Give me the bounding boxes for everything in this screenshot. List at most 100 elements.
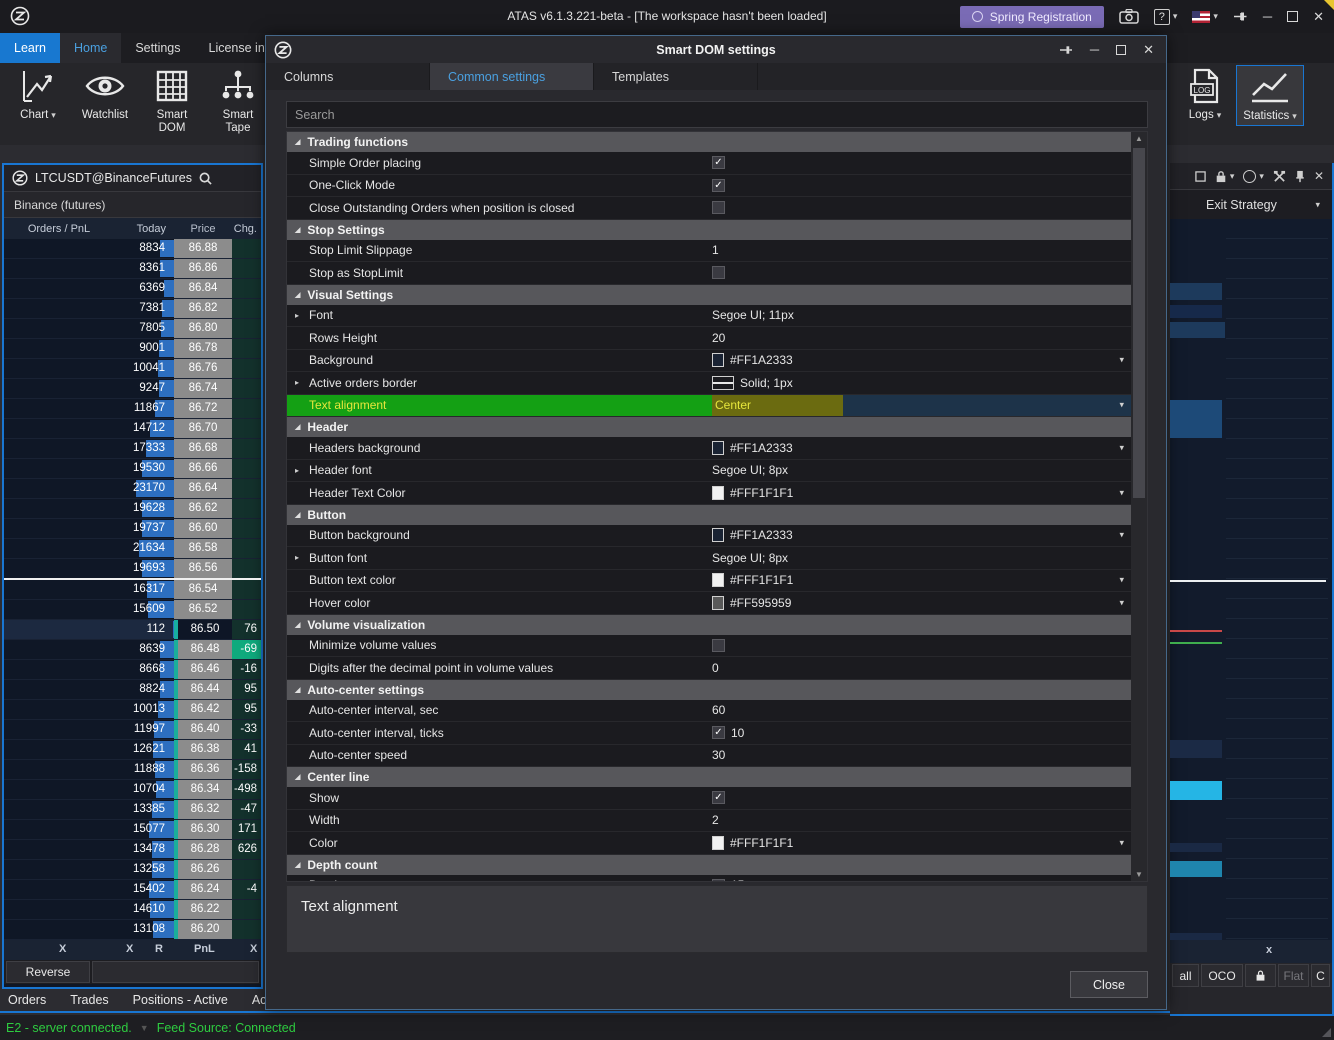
dom-row[interactable]: 1969386.56: [4, 559, 261, 579]
color-swatch[interactable]: [712, 596, 724, 610]
tab-orders[interactable]: Orders: [8, 993, 46, 1007]
setting-row[interactable]: Show✓: [287, 787, 1132, 810]
chevron-down-icon[interactable]: ▼: [140, 1023, 149, 1033]
statistics-button[interactable]: Statistics▾: [1236, 65, 1304, 126]
dom-row[interactable]: 1461086.22: [4, 900, 261, 920]
dom-row[interactable]: 1199786.40-33: [4, 720, 261, 740]
settings-search[interactable]: [286, 101, 1148, 128]
dom-row[interactable]: 1347886.28626: [4, 840, 261, 860]
dialog-maximize-button[interactable]: [1116, 45, 1126, 55]
setting-row[interactable]: Button background#FF1A2333▾: [287, 525, 1132, 548]
cancel-all-button[interactable]: all: [1172, 964, 1199, 987]
dom-row[interactable]: 883486.88: [4, 239, 261, 259]
dom-row[interactable]: 2317086.64: [4, 479, 261, 499]
close-button[interactable]: ✕: [1313, 10, 1324, 23]
resize-grip[interactable]: [1322, 1028, 1331, 1037]
section-header[interactable]: ◢Center line: [287, 767, 1132, 787]
dom-row[interactable]: 1310886.20: [4, 920, 261, 940]
footer-x-today[interactable]: X: [126, 943, 133, 955]
pin-window-button[interactable]: [1233, 10, 1248, 23]
dom-row[interactable]: 1953086.66: [4, 459, 261, 479]
tab-positions-active[interactable]: Positions - Active: [133, 993, 228, 1007]
setting-row[interactable]: Minimize volume values: [287, 635, 1132, 658]
setting-row[interactable]: Digits after the decimal point in volume…: [287, 657, 1132, 680]
section-header[interactable]: ◢Stop Settings: [287, 220, 1132, 240]
dom-row[interactable]: 636986.84: [4, 279, 261, 299]
footer-x[interactable]: x: [1266, 944, 1272, 956]
col-orders-pnl[interactable]: Orders / PnL: [4, 223, 114, 235]
setting-row[interactable]: Header Text Color#FFF1F1F1▾: [287, 482, 1132, 505]
dom-row[interactable]: 863986.48-69: [4, 640, 261, 660]
dom-row[interactable]: 1631786.54: [4, 580, 261, 600]
close-panel-icon[interactable]: ✕: [1314, 169, 1324, 183]
search-input[interactable]: [286, 101, 1148, 128]
select-value[interactable]: Center: [712, 395, 843, 417]
smart-tape-button[interactable]: Smart Tape: [212, 67, 264, 135]
footer-x-orders[interactable]: X: [59, 943, 66, 955]
dom-row[interactable]: 1973786.60: [4, 519, 261, 539]
spring-registration-button[interactable]: Spring Registration: [960, 6, 1104, 28]
tab-trades[interactable]: Trades: [70, 993, 108, 1007]
color-swatch[interactable]: [712, 573, 724, 587]
exchange-selector[interactable]: Binance (futures): [4, 192, 261, 218]
tab-home[interactable]: Home: [60, 33, 121, 63]
c-button[interactable]: C: [1311, 964, 1330, 987]
minimize-button[interactable]: ─: [1263, 10, 1272, 23]
settings-scrollbar[interactable]: ▲ ▼: [1131, 132, 1147, 881]
dom-row[interactable]: 836186.86: [4, 259, 261, 279]
color-swatch[interactable]: [712, 441, 724, 455]
tools-icon[interactable]: [1273, 170, 1286, 183]
checkbox[interactable]: ✓: [712, 179, 725, 192]
dom-row[interactable]: 780586.80: [4, 319, 261, 339]
checkbox[interactable]: [712, 266, 725, 279]
dom-row[interactable]: 1262186.3841: [4, 740, 261, 760]
logs-button[interactable]: LOG Logs▾: [1180, 67, 1230, 122]
oco-button[interactable]: OCO: [1201, 964, 1243, 987]
search-icon[interactable]: [199, 172, 212, 185]
scrollbar-thumb[interactable]: [1133, 148, 1145, 498]
checkbox[interactable]: [712, 201, 725, 214]
setting-row[interactable]: Stop as StopLimit: [287, 262, 1132, 285]
dom-row[interactable]: 2163486.58: [4, 539, 261, 559]
smart-dom-button[interactable]: Smart DOM: [147, 67, 197, 135]
language-selector[interactable]: ▾: [1192, 11, 1218, 23]
tab-common-settings[interactable]: Common settings: [430, 63, 594, 90]
dom-row[interactable]: 1560986.52: [4, 600, 261, 620]
checkbox[interactable]: ✓: [712, 726, 725, 739]
dom-row[interactable]: 1186786.72: [4, 399, 261, 419]
checkbox[interactable]: [712, 639, 725, 652]
setting-row[interactable]: ▸Active orders borderSolid; 1px: [287, 372, 1132, 395]
window-icon[interactable]: [1195, 171, 1206, 182]
setting-row[interactable]: Headers background#FF1A2333▾: [287, 437, 1132, 460]
dom-row[interactable]: 1507786.30171: [4, 820, 261, 840]
maximize-button[interactable]: [1287, 11, 1298, 22]
footer-x-chg[interactable]: X: [250, 943, 257, 955]
color-swatch[interactable]: [712, 836, 724, 850]
dom-row[interactable]: 1962886.62: [4, 499, 261, 519]
setting-row[interactable]: Auto-center interval, sec60: [287, 700, 1132, 723]
setting-row[interactable]: Stop Limit Slippage1: [287, 240, 1132, 263]
exit-strategy-dropdown[interactable]: Exit Strategy ▾: [1170, 190, 1332, 219]
watchlist-button[interactable]: Watchlist: [72, 67, 138, 122]
setting-row[interactable]: Button text color#FFF1F1F1▾: [287, 570, 1132, 593]
color-swatch[interactable]: [712, 528, 724, 542]
border-style-swatch[interactable]: [712, 376, 734, 390]
dom-row[interactable]: 924786.74: [4, 379, 261, 399]
dialog-pin-icon[interactable]: [1059, 44, 1073, 56]
dom-row[interactable]: 1004186.76: [4, 359, 261, 379]
setting-row[interactable]: ▸Header fontSegoe UI; 8px: [287, 460, 1132, 483]
dom-row[interactable]: 900186.78: [4, 339, 261, 359]
setting-row[interactable]: Auto-center speed30: [287, 745, 1132, 768]
setting-row[interactable]: ▸Button fontSegoe UI; 8px: [287, 547, 1132, 570]
dialog-minimize-button[interactable]: ─: [1090, 43, 1099, 56]
dialog-titlebar[interactable]: Smart DOM settings ─ ✕: [266, 36, 1166, 63]
setting-row[interactable]: ▸FontSegoe UI; 11px: [287, 305, 1132, 328]
heatmap[interactable]: [1170, 219, 1332, 940]
setting-row[interactable]: Depth count✓15: [287, 875, 1132, 883]
dom-row[interactable]: 1733386.68: [4, 439, 261, 459]
scroll-up-icon[interactable]: ▲: [1131, 134, 1147, 143]
dom-row[interactable]: 1471286.70: [4, 419, 261, 439]
tab-columns[interactable]: Columns: [266, 63, 430, 90]
color-swatch[interactable]: [712, 353, 724, 367]
checkbox[interactable]: ✓: [712, 156, 725, 169]
